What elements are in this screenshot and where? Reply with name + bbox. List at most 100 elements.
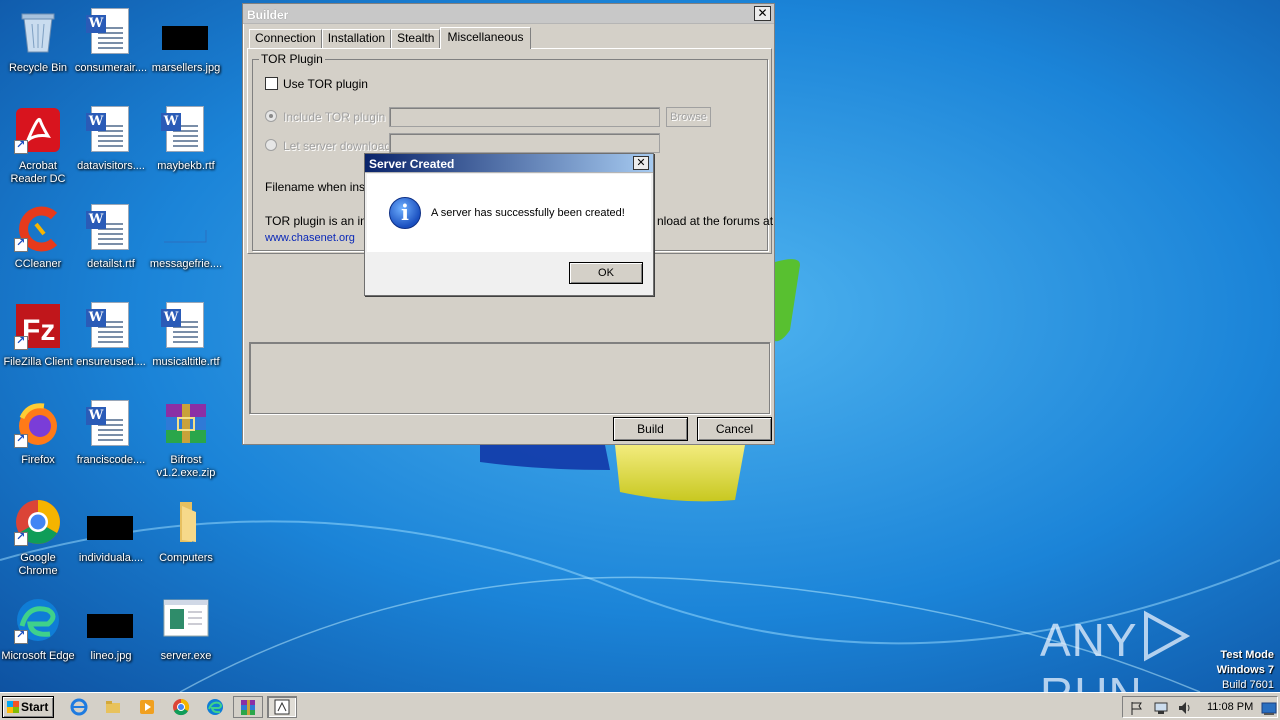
server-created-dialog: Server Created ✕ i A server has successf… [364,153,654,296]
desktop-icon-acrobat[interactable]: Acrobat Reader DC [0,102,76,188]
desktop-icon-file[interactable]: marsellers.jpg [148,4,224,90]
play-icon [1143,610,1190,662]
test-mode-notice: Test Mode Windows 7 Build 7601 [1217,648,1274,693]
tab-stealth[interactable]: Stealth [391,29,441,48]
desktop-icon-file[interactable]: W maybekb.rtf [148,102,224,188]
include-tor-radio[interactable] [265,110,277,122]
os-label: Windows 7 [1216,664,1274,676]
taskbar-clock[interactable]: 11:08 PM [1207,701,1253,713]
desktop-icon-label: Bifrost v1.2.exe.zip [156,454,216,479]
ok-button[interactable]: OK [569,262,643,284]
build-label: Build 7601 [1222,679,1274,691]
chrome-icon [14,498,62,546]
folder-icon [162,498,210,546]
start-label: Start [21,700,49,714]
desktop-icon-edge[interactable]: Microsoft Edge [0,592,76,678]
image-file-icon [162,204,210,252]
desktop-icon-ccleaner[interactable]: CCleaner [0,200,76,286]
watermark-brand-left: ANY [1040,614,1138,666]
info-icon: i [389,197,421,229]
dialog-message: A server has successfully been created! [431,207,625,219]
chrome-icon[interactable] [172,698,190,716]
winrar-icon [241,700,255,715]
edge-icon[interactable] [206,698,224,716]
media-player-icon[interactable] [138,698,156,716]
desktop-icon-file[interactable]: individuala.... [73,494,149,580]
download-url-input[interactable] [389,133,660,153]
tab-miscellaneous[interactable]: Miscellaneous [440,27,531,49]
shortcut-arrow-icon [14,530,28,546]
tab-installation[interactable]: Installation [321,29,392,48]
builder-titlebar[interactable]: Builder ✕ [243,4,774,24]
desktop-icon-file[interactable]: W detailst.rtf [73,200,149,286]
output-panel [249,342,770,414]
chasenet-link[interactable]: www.chasenet.org [265,232,355,244]
image-file-icon [87,498,135,546]
desktop-icon-firefox[interactable]: Firefox [0,396,76,482]
desktop-icon-label: FileZilla Client [3,356,73,368]
shortcut-arrow-icon [14,138,28,154]
tab-connection[interactable]: Connection [249,29,322,48]
close-icon: ✕ [636,157,646,169]
start-button[interactable]: Start [2,696,54,718]
desktop-icon-label: CCleaner [14,258,62,270]
let-server-download-radio[interactable] [265,139,277,151]
internet-explorer-icon[interactable] [70,698,88,716]
desktop-icon-file[interactable]: W datavisitors.... [73,102,149,188]
desktop-icon-file[interactable]: W consumerair.... [73,4,149,90]
taskbar: Start 11:08 PM [0,692,1280,720]
dialog-close-button[interactable]: ✕ [633,156,649,170]
desktop-icon-label: Microsoft Edge [1,650,75,662]
desktop-icon-label: marsellers.jpg [151,62,221,74]
cancel-button[interactable]: Cancel [697,417,772,441]
close-button[interactable]: ✕ [754,6,771,21]
desktop-icon-label: Firefox [21,454,55,466]
shortcut-arrow-icon [14,334,28,350]
browse-button[interactable]: Browse [666,107,711,127]
word-document-icon: W [86,302,135,350]
desktop-icon-label: Computers [159,552,213,564]
desktop-icon-label: ensureused.... [76,356,146,368]
desktop-icon-file[interactable]: W musicaltitle.rtf [148,298,224,384]
ccleaner-icon [14,204,62,252]
edge-icon [14,596,62,644]
desktop-icon-label: Recycle Bin [8,62,68,74]
volume-icon[interactable] [1177,700,1193,716]
desktop-icon-folder[interactable]: Computers [148,494,224,580]
group-title: TOR Plugin [259,52,325,66]
desktop-icon-filezilla[interactable]: Fz FileZilla Client [0,298,76,384]
image-file-icon [87,596,135,644]
tab-strip: Connection Installation Stealth Miscella… [249,27,531,49]
desktop-icon-label: server.exe [160,650,212,662]
desktop-icon-recycle-bin[interactable]: Recycle Bin [0,4,76,90]
word-document-icon: W [86,204,135,252]
taskbar-builder[interactable] [267,696,297,718]
desktop-icon-label: messagefrie.... [149,258,223,270]
tor-plugin-path-input[interactable] [389,107,660,127]
desktop-icon-file[interactable]: lineo.jpg [73,592,149,678]
desktop-icon-file[interactable]: messagefrie.... [148,200,224,286]
shortcut-arrow-icon [14,432,28,448]
word-document-icon: W [161,106,210,154]
word-document-icon: W [86,106,135,154]
explorer-icon[interactable] [104,698,122,716]
use-tor-checkbox[interactable] [265,77,278,90]
action-center-flag-icon[interactable] [1129,700,1145,716]
include-tor-label: Include TOR plugin [283,110,386,124]
taskbar-winrar[interactable] [233,696,263,718]
show-desktop-icon[interactable] [1261,700,1277,716]
desktop-icon-file[interactable]: W ensureused.... [73,298,149,384]
desktop-icon-chrome[interactable]: Google Chrome [0,494,76,580]
desktop-icon-file[interactable]: W franciscode.... [73,396,149,482]
shortcut-arrow-icon [14,628,28,644]
word-document-icon: W [86,400,135,448]
word-document-icon: W [86,8,135,56]
network-icon[interactable] [1153,700,1169,716]
tor-info-text-end: nload at the forums at [657,214,774,228]
dialog-body: i A server has successfully been created… [367,174,651,252]
dialog-titlebar[interactable]: Server Created ✕ [365,154,653,173]
build-button[interactable]: Build [613,417,688,441]
desktop-icon-archive[interactable]: Bifrost v1.2.exe.zip [148,396,224,482]
close-icon: ✕ [757,6,768,20]
desktop-icon-exe[interactable]: server.exe [148,592,224,678]
